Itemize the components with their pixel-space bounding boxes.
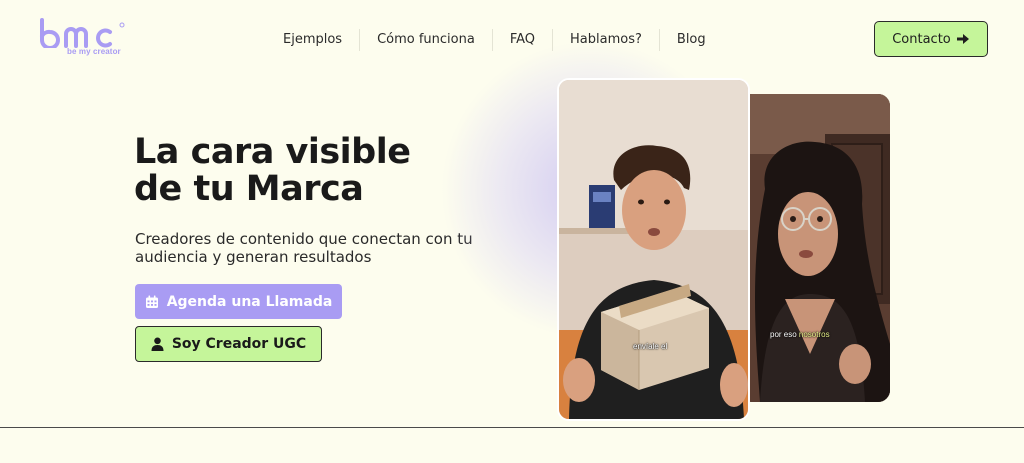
creator-video-thumbnail-2 [740,94,890,402]
video-caption-2: por eso nosotros [770,330,830,339]
hero-title: La cara visible de tu Marca [134,132,411,209]
video-caption-2-prefix: por eso [770,330,799,339]
schedule-call-button[interactable]: Agenda una Llamada [135,284,342,319]
nav-blog[interactable]: Blog [658,29,723,51]
bmc-logo[interactable]: be my creator [38,18,138,60]
contact-button-label: Contacto [892,31,951,47]
main-nav: Ejemplos Cómo funciona FAQ Hablamos? Blo… [270,27,723,53]
creator-video-thumbnail-1 [559,80,748,419]
section-divider [0,427,1024,428]
ugc-creator-button[interactable]: Soy Creador UGC [135,326,322,362]
bmc-logo-mark [40,18,125,48]
nav-como-funciona[interactable]: Cómo funciona [359,29,492,51]
creator-video-card-1[interactable]: envíale el [557,78,750,421]
contact-button[interactable]: Contacto [874,21,988,57]
user-icon [151,337,164,351]
ugc-creator-label: Soy Creador UGC [171,336,307,352]
calendar-icon [145,295,158,308]
schedule-call-label: Agenda una Llamada [166,293,333,310]
hero-title-line-2: de tu Marca [134,169,364,209]
creator-video-card-2[interactable]: por eso nosotros [740,94,890,402]
logo-tagline: be my creator [67,47,121,56]
hero-subtitle: Creadores de contenido que conectan con … [135,230,473,266]
hero-title-line-1: La cara visible [134,132,411,172]
arrow-right-icon [956,34,969,44]
video-caption-1: envíale el [633,342,668,351]
video-caption-2-highlight: nosotros [798,330,830,339]
nav-ejemplos[interactable]: Ejemplos [270,29,359,51]
